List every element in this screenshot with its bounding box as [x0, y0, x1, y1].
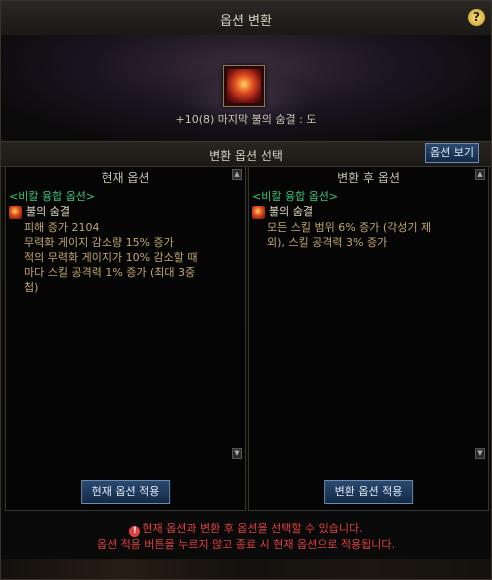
current-option-list: <비칼 융합 옵션> 불의 숨결 피해 증가 2104 무력화 게이지 감소량 … [9, 189, 229, 295]
fire-breath-icon [9, 205, 22, 219]
converted-option-list: <비칼 융합 옵션> 불의 숨결 모든 스킬 범위 6% 증가 (각성기 제 외… [252, 189, 472, 250]
skill-row: 불의 숨결 [252, 204, 472, 220]
skill-row: 불의 숨결 [9, 204, 229, 220]
scrollbar[interactable]: ▲ ▼ [475, 169, 485, 459]
scrollbar[interactable]: ▲ ▼ [232, 169, 242, 459]
option-line: 첩) [24, 281, 39, 294]
current-option-header: 현재 옵션 [101, 171, 150, 185]
fire-breath-icon [252, 205, 265, 219]
skill-name: 불의 숨결 [269, 205, 313, 218]
option-line: 피해 증가 2104 [24, 221, 100, 234]
option-line: 무력화 게이지 감소량 15% 증가 [24, 236, 174, 249]
option-group-label: <비칼 융합 옵션> [252, 190, 339, 203]
current-option-panel: 현재 옵션 <비칼 융합 옵션> 불의 숨결 피해 증가 2104 무력화 게이… [5, 166, 246, 511]
notice-line-1-text: 현재 옵션과 변환 후 옵션을 선택할 수 있습니다. [142, 522, 363, 535]
warning-icon: ! [129, 526, 141, 537]
window-title: 옵션 변환 [220, 14, 272, 29]
section-header: 변환 옵션 선택 옵션 보기 [1, 141, 491, 167]
skill-name: 불의 숨결 [26, 205, 70, 218]
scroll-up-icon[interactable]: ▲ [232, 169, 242, 180]
apply-converted-option-button[interactable]: 변환 옵션 적용 [323, 480, 414, 504]
apply-current-option-button[interactable]: 현재 옵션 적용 [80, 480, 171, 504]
converted-option-panel: 변환 후 옵션 <비칼 융합 옵션> 불의 숨결 모든 스킬 범위 6% 증가 … [248, 166, 489, 511]
notice-line-1: ! 현재 옵션과 변환 후 옵션을 선택할 수 있습니다. [1, 521, 491, 537]
item-slot[interactable] [223, 65, 265, 107]
item-icon [227, 69, 261, 103]
view-options-button[interactable]: 옵션 보기 [425, 143, 479, 163]
scroll-down-icon[interactable]: ▼ [475, 448, 485, 459]
scroll-up-icon[interactable]: ▲ [475, 169, 485, 180]
option-line: 마다 스킬 공격력 1% 증가 (최대 3중 [24, 266, 196, 279]
section-title: 변환 옵션 선택 [209, 149, 283, 163]
converted-option-header: 변환 후 옵션 [337, 171, 400, 185]
option-group-label: <비칼 융합 옵션> [9, 190, 96, 203]
notice-line-2: 옵션 적용 버튼을 누르지 않고 종료 시 현재 옵션으로 적용됩니다. [96, 538, 396, 551]
scroll-down-icon[interactable]: ▼ [232, 448, 242, 459]
option-line: 외), 스킬 공격력 3% 증가 [267, 236, 388, 249]
title-bar: 옵션 변환 ? [1, 1, 491, 36]
notice-text: ! 현재 옵션과 변환 후 옵션을 선택할 수 있습니다. 옵션 적용 버튼을 누… [1, 521, 491, 553]
item-name: +10(8) 마지막 불의 숨결 : 도 [175, 113, 317, 126]
help-icon[interactable]: ? [468, 9, 485, 26]
option-line: 적의 무력화 게이지가 10% 감소할 때 [24, 251, 198, 264]
option-line: 모든 스킬 범위 6% 증가 (각성기 제 [267, 221, 432, 234]
bottom-decoration [1, 559, 491, 579]
option-conversion-window: 옵션 변환 ? +10(8) 마지막 불의 숨결 : 도 변환 옵션 선택 옵션… [0, 0, 492, 580]
